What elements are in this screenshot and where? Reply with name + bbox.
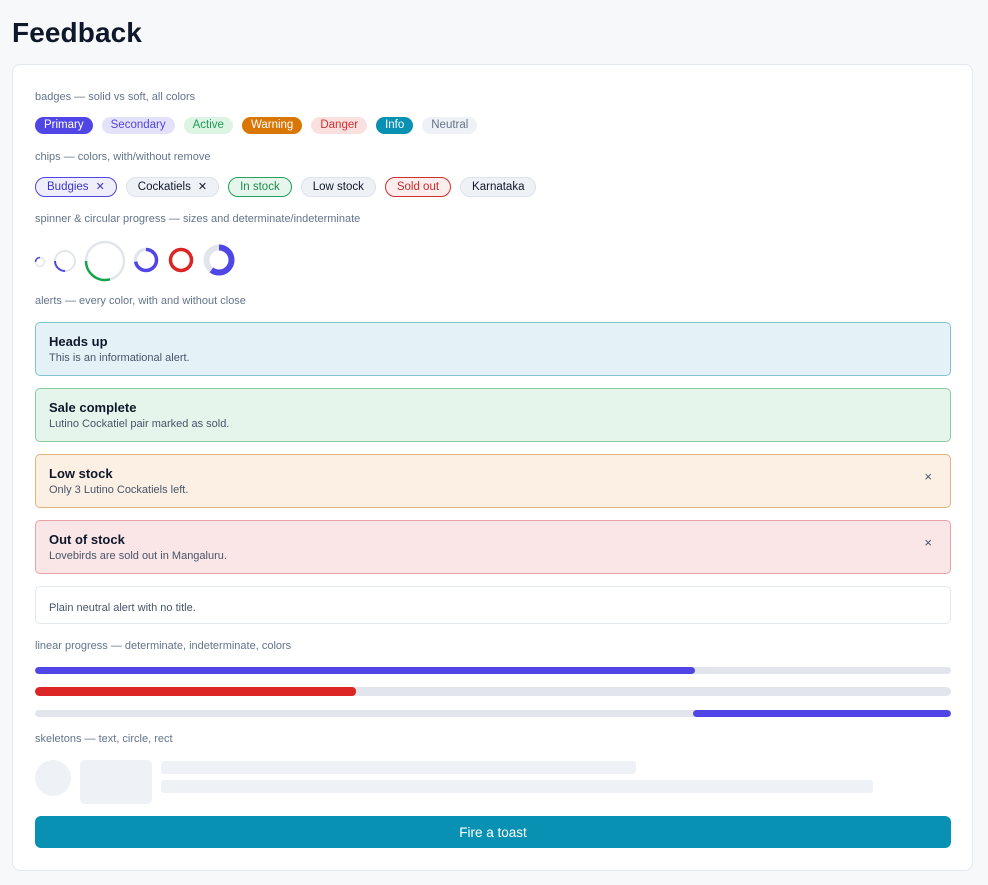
section-label-alerts: alerts — every color, with and without c… [35, 295, 246, 307]
chip-karnataka: Karnataka [460, 177, 537, 197]
section-label-badges: badges — solid vs soft, all colors [35, 91, 196, 103]
badge-active: Active [183, 117, 233, 134]
spinner-sm [54, 250, 76, 272]
alert-body: Lovebirds are sold out in Mangaluru. [49, 550, 227, 562]
chip-low-stock: Low stock [300, 177, 376, 197]
linear-progress-primary [35, 667, 951, 674]
alert-warning: Low stock Only 3 Lutino Cockatiels left.… [35, 454, 951, 508]
section-label-linear: linear progress — determinate, indetermi… [35, 640, 292, 652]
badges-row: Primary Secondary Active Warning Danger … [35, 117, 486, 134]
alert-danger: Out of stock Lovebirds are sold out in M… [35, 520, 951, 574]
badge-danger: Danger [311, 117, 368, 134]
badge-info: Info [376, 117, 414, 134]
skeleton-rect [80, 760, 152, 804]
spinner-lg [84, 240, 126, 282]
page-title: Feedback [12, 17, 142, 48]
alert-neutral: Plain neutral alert with no title. [35, 586, 951, 624]
chip-label: Cockatiels [137, 181, 191, 193]
alert-title: Sale complete [49, 400, 137, 415]
feedback-card: badges — solid vs soft, all colors Prima… [12, 64, 973, 871]
linear-progress-fill [35, 667, 695, 674]
fire-toast-button[interactable]: Fire a toast [35, 816, 951, 848]
alert-title: Heads up [49, 334, 108, 349]
close-icon[interactable]: × [924, 535, 932, 550]
progress-circle-72 [133, 247, 159, 273]
skeleton-text-line [161, 761, 636, 774]
close-icon[interactable]: ✕ [96, 181, 105, 193]
chip-cockatiels: Cockatiels ✕ [125, 177, 220, 197]
close-icon[interactable]: ✕ [198, 181, 207, 193]
chip-sold-out: Sold out [384, 177, 452, 197]
alert-body: Lutino Cockatiel pair marked as sold. [49, 418, 230, 430]
chips-row: Budgies ✕ Cockatiels ✕ In stock Low stoc… [35, 177, 545, 197]
badge-warning: Warning [241, 117, 303, 134]
skeleton-text-line [161, 780, 873, 793]
skeleton-circle [35, 760, 71, 796]
linear-progress-indeterminate [35, 710, 951, 717]
alert-success: Sale complete Lutino Cockatiel pair mark… [35, 388, 951, 442]
alert-info: Heads up This is an informational alert. [35, 322, 951, 376]
badge-neutral: Neutral [422, 117, 478, 134]
linear-progress-danger [35, 687, 951, 696]
section-label-skeletons: skeletons — text, circle, rect [35, 733, 173, 745]
chip-label: Budgies [47, 181, 89, 193]
linear-progress-fill [35, 687, 356, 696]
section-label-chips: chips — colors, with/without remove [35, 151, 211, 163]
badge-secondary: Secondary [101, 117, 175, 134]
linear-progress-fill [693, 710, 951, 717]
section-label-spinners: spinner & circular progress — sizes and … [35, 213, 361, 225]
alert-title: Low stock [49, 466, 113, 481]
progress-circle-60 [203, 244, 235, 276]
alert-body: Plain neutral alert with no title. [49, 602, 196, 614]
progress-circle-100 [168, 247, 194, 273]
spinner-xs [34, 256, 46, 268]
alert-body: This is an informational alert. [49, 352, 190, 364]
chip-in-stock: In stock [228, 177, 292, 197]
chip-budgies: Budgies ✕ [35, 177, 117, 197]
badge-primary: Primary [35, 117, 93, 134]
alert-body: Only 3 Lutino Cockatiels left. [49, 484, 189, 496]
alert-title: Out of stock [49, 532, 125, 547]
close-icon[interactable]: × [924, 469, 932, 484]
